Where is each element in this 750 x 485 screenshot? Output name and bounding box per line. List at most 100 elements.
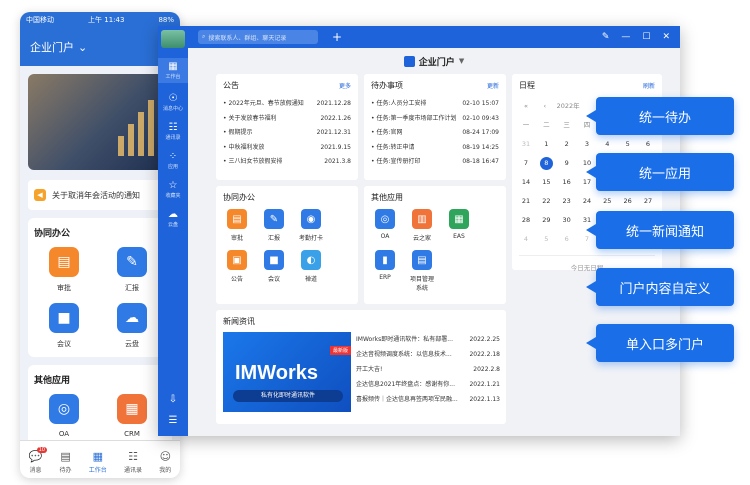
app-tile[interactable]: ▥ 云之家 [408,209,436,242]
calendar-day[interactable]: 24 [580,192,594,211]
download-icon[interactable]: ⇩ [169,394,177,405]
prev-year-icon[interactable]: « [519,97,533,116]
app-tile[interactable]: ◐ 禅道 [297,250,325,283]
list-item[interactable]: • 任务:转正申请 08-19 14:25 [371,141,499,156]
calendar-day[interactable]: 25 [600,192,614,211]
news-item[interactable]: 开工大吉! 2022.2.8 [356,362,500,377]
calendar-day[interactable]: 27 [641,192,655,211]
pin-icon[interactable]: ✎ [602,32,610,42]
app-tile[interactable]: ■ 会议 [260,250,288,283]
calendar-day[interactable]: 4 [600,135,614,154]
mobile-notice[interactable]: ◀ 关于取消年会活动的通知 [28,180,172,210]
calendar-day[interactable]: 7 [519,154,533,173]
list-item[interactable]: • 任务:第一季度市场部工作计划 02-10 09:43 [371,112,499,127]
user-avatar[interactable] [161,30,185,48]
mobile-header[interactable]: 企业门户 ⌄ [20,28,180,66]
calendar-day[interactable]: 6 [641,135,655,154]
news-item[interactable]: 企达信息2021年终盘点：感谢有你... 2022.1.21 [356,377,500,392]
rail-item-messages[interactable]: ☉ 消息中心 [163,93,183,112]
app-label: 会议 [57,340,71,348]
minimize-icon[interactable]: — [621,32,630,42]
banner-subtitle: 私有化即时通讯软件 [233,390,343,402]
list-item[interactable]: • 中秋福利发放 2021.9.15 [223,141,351,156]
star-icon: ☆ [168,180,178,191]
calendar-day[interactable]: 2 [560,135,574,154]
calendar-day[interactable]: 3 [580,135,594,154]
calendar-day[interactable]: 21 [519,192,533,211]
calendar-day[interactable]: 4 [519,230,533,249]
mobile-app-cloud[interactable]: ☁ 云盘 [102,303,162,349]
maximize-icon[interactable]: ☐ [642,32,650,42]
calendar-day[interactable]: 5 [539,230,553,249]
calendar-day[interactable]: 14 [519,173,533,192]
search-input[interactable]: ⌕ 搜索联系人、群组、聊天记录 [198,30,318,44]
rail-item-apps[interactable]: ⁘ 应用 [168,151,178,170]
add-icon[interactable]: + [332,30,342,44]
rail-item-workbench[interactable]: ▦ 工作台 [158,58,188,83]
oa-icon: ◎ [375,209,395,229]
mobile-app-crm[interactable]: ▦ CRM [102,394,162,438]
calendar-day[interactable]: 6 [560,230,574,249]
calendar-day[interactable]: 23 [560,192,574,211]
rail-item-contacts[interactable]: ☷ 通讯录 [165,122,180,141]
calendar-day[interactable]: 26 [621,192,635,211]
list-item[interactable]: • 假期提示 2021.12.31 [223,126,351,141]
calendar-day[interactable]: 29 [539,211,553,230]
news-banner[interactable]: 最新版 IMWorks 私有化即时通讯软件 [223,332,351,412]
refresh-link[interactable]: 刷新 [643,81,655,90]
tab-messages[interactable]: 💬 10 消息 [29,447,47,474]
more-link[interactable]: 更多 [339,81,351,90]
news-item[interactable]: 企达音视频调度系统：以信息技术... 2022.2.18 [356,347,500,362]
tab-workbench[interactable]: ▦ 工作台 [89,451,107,475]
news-title: 新闻资讯 [223,317,255,326]
crm-icon: ▦ [117,394,147,424]
calendar-day[interactable]: 16 [560,173,574,192]
mobile-app-report[interactable]: ✎ 汇报 [102,247,162,293]
mobile-app-approval[interactable]: ▤ 审批 [34,247,94,293]
list-item[interactable]: • 2022年元旦、春节放假通知 2021.12.28 [223,97,351,112]
list-item[interactable]: • 任务:宣传册打印 08-18 16:47 [371,155,499,170]
calendar-day[interactable]: 31 [519,135,533,154]
refresh-link[interactable]: 更新 [487,81,499,90]
app-tile[interactable]: ◎ OA [371,209,399,242]
list-item[interactable]: • 三八妇女节放假安排 2021.3.8 [223,155,351,170]
calendar-day[interactable]: 1 [539,135,553,154]
app-tile[interactable]: ▤ 审批 [223,209,251,242]
list-item[interactable]: • 任务:官网 08-24 17:09 [371,126,499,141]
mobile-title: 企业门户 [30,41,74,54]
mobile-banner[interactable] [28,74,172,170]
app-tile[interactable]: ✎ 汇报 [260,209,288,242]
calendar-day[interactable]: 9 [560,154,574,173]
search-placeholder: 搜索联系人、群组、聊天记录 [208,34,287,42]
prev-month-icon[interactable]: ‹ [538,97,552,116]
report-icon: ✎ [264,209,284,229]
list-item[interactable]: • 任务:人员分工安排 02-10 15:07 [371,97,499,112]
close-icon[interactable]: ✕ [662,32,670,42]
calendar-day[interactable]: 22 [539,192,553,211]
news-item[interactable]: IMWorks即时通讯软件：私有部署... 2022.2.25 [356,332,500,347]
tab-todo[interactable]: ▤ 待办 [60,451,72,475]
menu-icon[interactable]: ☰ [169,415,178,426]
mobile-app-meeting[interactable]: ■ 会议 [34,303,94,349]
tab-me[interactable]: ☺ 我的 [159,451,171,475]
app-tile[interactable]: ▤ 项目管理系统 [408,250,436,292]
portal-switcher[interactable]: 企业门户 ▼ [188,48,680,74]
mobile-app: 中国移动 上午 11:43 88% 企业门户 ⌄ ◀ 关于取消年会活动的通知 协… [20,12,180,478]
list-item[interactable]: • 关于发放春节福利 2022.1.26 [223,112,351,127]
calendar-day[interactable]: 5 [621,135,635,154]
news-item[interactable]: 喜报频传｜企达信息再签两项军民融... 2022.1.13 [356,392,500,407]
rail-item-favorites[interactable]: ☆ 收藏夹 [165,180,180,199]
mobile-app-oa[interactable]: ◎ OA [34,394,94,438]
app-tile[interactable]: ▮ ERP [371,250,399,292]
calendar-day[interactable]: 15 [539,173,553,192]
tab-label: 通讯录 [124,467,143,474]
app-tile[interactable]: ◉ 考勤打卡 [297,209,325,242]
mobile-collab-title: 协同办公 [34,229,71,239]
tab-contacts[interactable]: ☷ 通讯录 [124,451,143,475]
calendar-day[interactable]: 28 [519,211,533,230]
calendar-day[interactable]: 30 [560,211,574,230]
rail-item-cloud[interactable]: ☁ 云盘 [168,209,178,228]
calendar-day[interactable]: 8 [539,154,553,173]
app-tile[interactable]: ▦ EAS [445,209,473,242]
app-tile[interactable]: ▣ 公告 [223,250,251,283]
